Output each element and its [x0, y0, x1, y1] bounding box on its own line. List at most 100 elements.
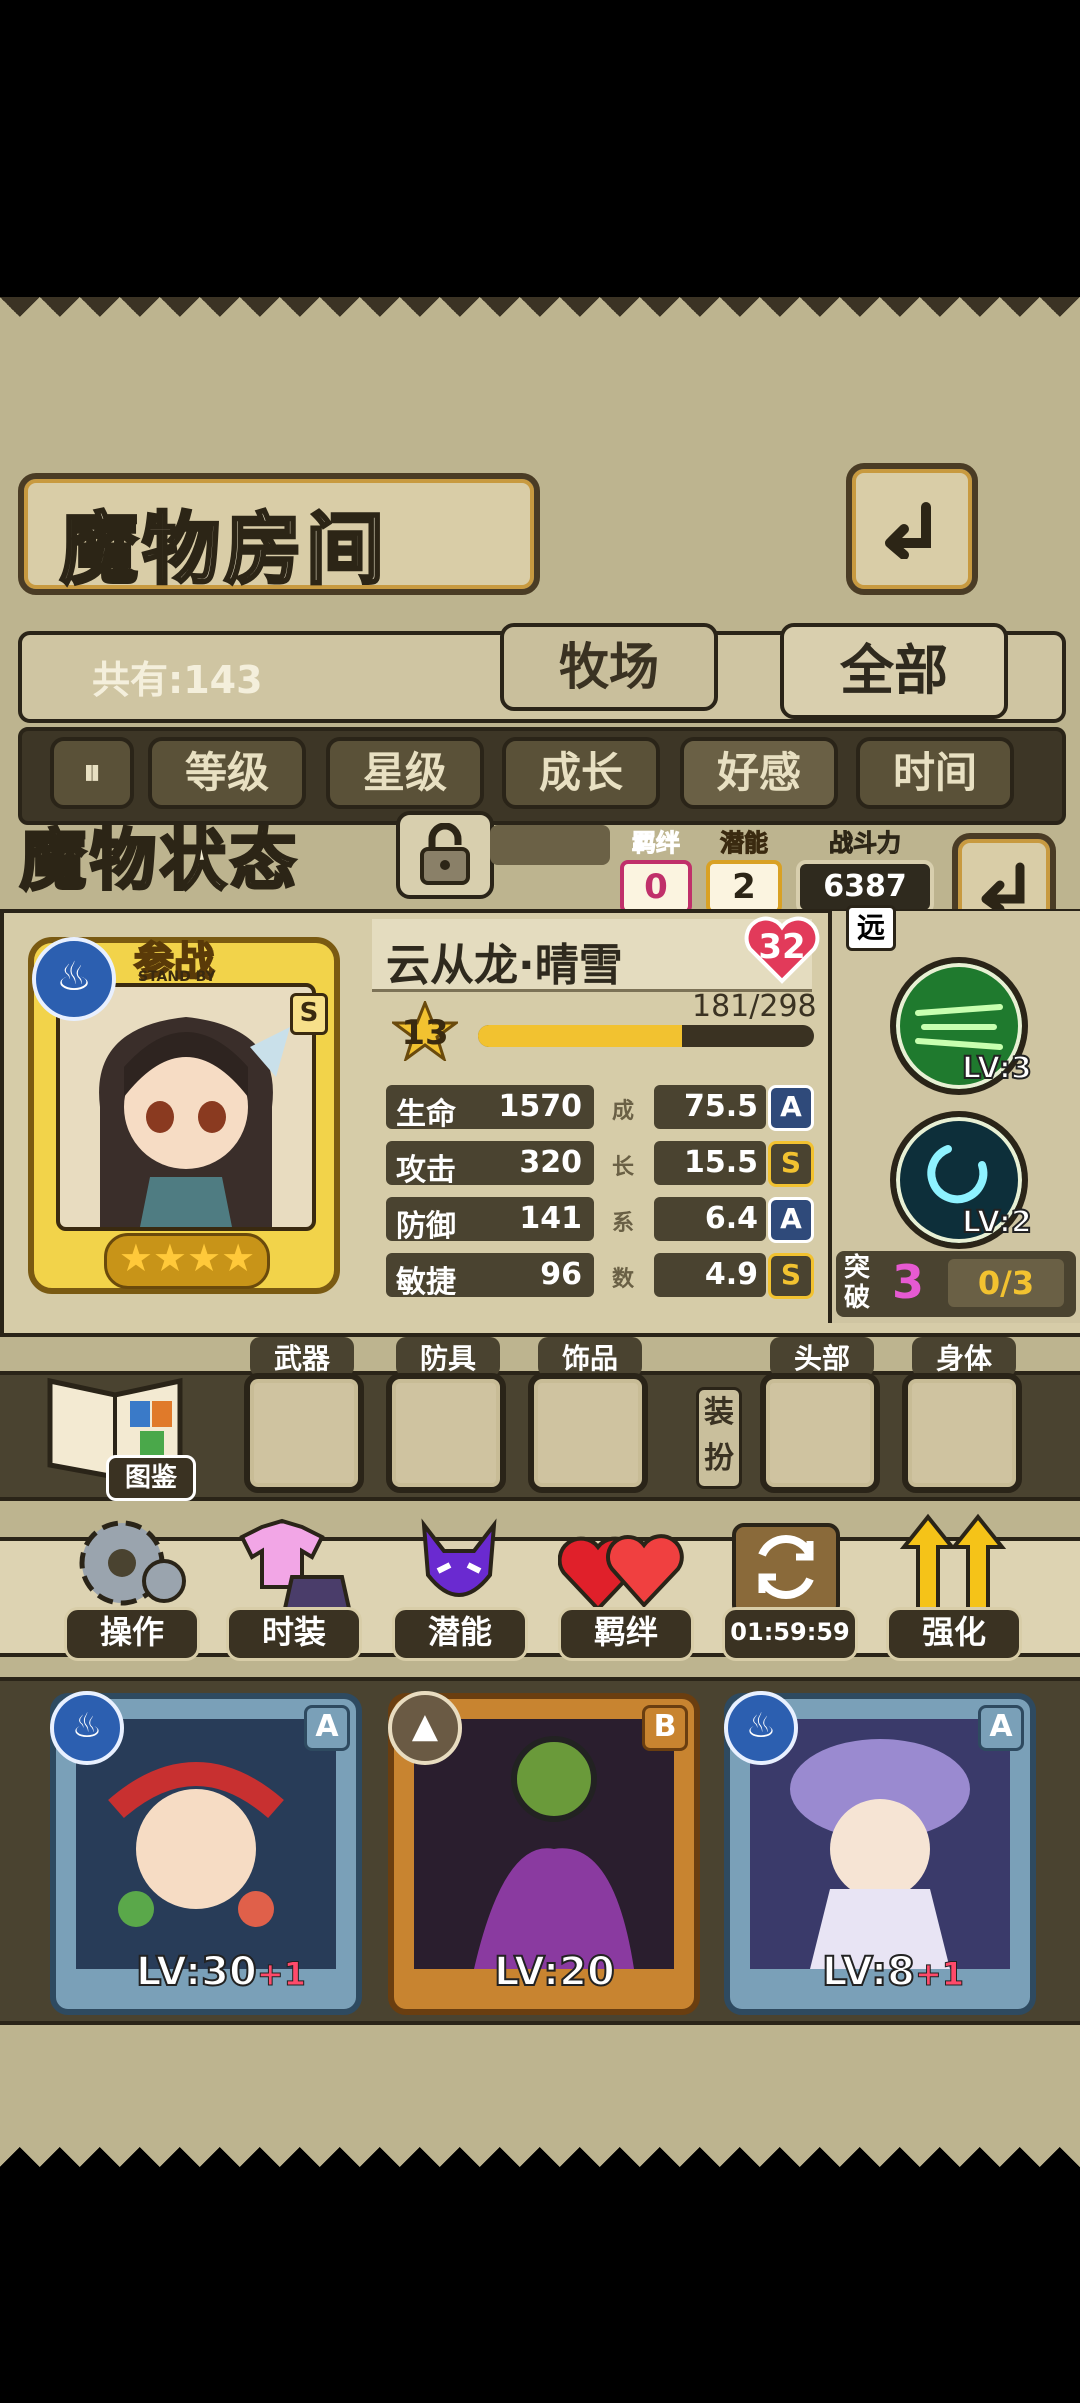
sort-toggle-button[interactable]: ⏸: [50, 737, 134, 809]
water-element-icon: ♨: [32, 937, 116, 1021]
card-plus: +1: [914, 1955, 965, 1994]
upgrade-arrows-icon: [899, 1513, 1007, 1615]
page-title: 魔物房间: [58, 503, 389, 597]
status-title: 魔物状态: [19, 820, 300, 901]
stat-value: 96: [540, 1257, 582, 1292]
star-icon: ★: [118, 1236, 153, 1280]
star-icon: ★: [187, 1236, 222, 1280]
sort-tab-favor[interactable]: 好感: [680, 737, 838, 809]
sort-tab-level[interactable]: 等级: [148, 737, 306, 809]
skills-panel: 远 LV:3 LV:2 突破 3 0/3: [828, 905, 1080, 1323]
monster-card[interactable]: ♨ A LV:8+1: [724, 1691, 1036, 2015]
codex-label: 图鉴: [106, 1455, 196, 1501]
breakthrough-value: 3: [892, 1255, 925, 1309]
growth-char: 成: [612, 1099, 635, 1124]
lock-icon: [420, 823, 470, 885]
monster-name: 云从龙·晴雪: [386, 940, 623, 991]
accessory-slot[interactable]: [528, 1373, 648, 1493]
rank-badge: B: [642, 1705, 688, 1751]
tab-ranch[interactable]: 牧场: [500, 623, 718, 711]
card-level: LV:20: [493, 1948, 616, 1996]
exp-bar: [478, 1025, 814, 1047]
exp-text: 181/298: [692, 989, 817, 1024]
hearts-icon: [558, 1534, 684, 1612]
stat-value: 141: [519, 1201, 582, 1236]
weapon-slot[interactable]: [244, 1373, 364, 1493]
skill-button-2[interactable]: LV:2: [890, 1111, 1033, 1249]
card-level-row: LV:30+1: [135, 1948, 306, 1996]
breakthrough-box: 突破 3 0/3: [836, 1251, 1076, 1317]
portrait-frame[interactable]: 参战 STAND BY ♨ S ★★★★: [28, 937, 340, 1294]
bond-label: 羁绊: [632, 829, 681, 858]
back-button[interactable]: [846, 463, 978, 595]
armor-slot[interactable]: [386, 1373, 506, 1493]
dress-label: 装扮: [696, 1387, 742, 1489]
bond-button[interactable]: 羁绊: [558, 1511, 694, 1661]
game-screen: 魔物房间 共有:143 牧场 全部 ⏸ 等级 星级 成长 好感 时间 魔物状态 …: [0, 297, 1080, 2167]
card-plus: +1: [256, 1955, 306, 1994]
growth-char: 系: [612, 1211, 635, 1236]
top-border: [0, 297, 1080, 337]
bond-box: 羁绊 0: [620, 823, 692, 914]
potential-menu-label: 潜能: [392, 1607, 528, 1661]
potential-value: 2: [706, 860, 782, 914]
card-level-row: LV:20: [493, 1948, 616, 1996]
back-arrow-icon: [885, 502, 931, 559]
costume-button[interactable]: 时装: [226, 1511, 362, 1661]
enhance-button[interactable]: 强化: [886, 1511, 1022, 1661]
skill-level-1: LV:3: [961, 1050, 1033, 1087]
operate-button[interactable]: 操作: [64, 1511, 200, 1661]
tab-all[interactable]: 全部: [780, 623, 1008, 719]
growth-grade: S: [768, 1141, 814, 1187]
breakthrough-label: 突破: [844, 1253, 871, 1313]
monster-card[interactable]: ▲ B LV:20: [388, 1691, 700, 2015]
wind-blade-icon: [915, 1004, 1003, 1050]
back-arrow-icon: [981, 862, 1025, 911]
exchange-button[interactable]: 01:59:59: [722, 1511, 858, 1661]
growth-value: 15.5: [683, 1145, 758, 1180]
growth-value: 75.5: [683, 1089, 758, 1124]
power-box: 战斗力 6387: [796, 823, 934, 914]
level-badge: 13: [389, 998, 461, 1063]
growth-grade: A: [768, 1085, 814, 1131]
exchange-icon: [732, 1523, 840, 1617]
bond-value: 0: [620, 860, 692, 914]
monster-portrait: [750, 1719, 1010, 1969]
armor-label: 防具: [396, 1337, 500, 1377]
heart-value: 32: [758, 927, 806, 967]
sort-tab-time[interactable]: 时间: [856, 737, 1014, 809]
growth-value: 4.9: [704, 1257, 758, 1292]
costume-label: 时装: [226, 1607, 362, 1661]
potential-button[interactable]: 潜能: [392, 1511, 528, 1661]
potential-label: 潜能: [720, 829, 769, 858]
exp-bar-fill: [478, 1025, 682, 1047]
sort-tab-growth[interactable]: 成长: [502, 737, 660, 809]
stat-label: 敏捷: [396, 1265, 456, 1300]
range-label: 远: [846, 905, 896, 951]
monster-portrait: [99, 1017, 290, 1227]
card-level: LV:8: [821, 1948, 916, 1996]
accessory-label: 饰品: [538, 1337, 642, 1377]
enhance-label: 强化: [886, 1607, 1022, 1661]
sort-tab-star[interactable]: 星级: [326, 737, 484, 809]
monster-count: 共有:143: [92, 658, 263, 702]
weapon-label: 武器: [250, 1337, 354, 1377]
power-label: 战斗力: [829, 829, 902, 858]
skill-button-1[interactable]: LV:3: [890, 957, 1033, 1095]
lock-button[interactable]: [396, 811, 494, 899]
body-label: 身体: [912, 1337, 1016, 1377]
rank-badge: A: [304, 1705, 350, 1751]
monster-card[interactable]: ♨ A LV:30+1: [50, 1691, 362, 2015]
stat-label: 攻击: [396, 1153, 456, 1188]
codex-button[interactable]: 图鉴: [40, 1361, 200, 1501]
costume-icon: [239, 1518, 352, 1615]
star-icon: ★: [152, 1236, 187, 1280]
body-slot[interactable]: [902, 1373, 1022, 1493]
card-level-row: LV:8+1: [821, 1948, 965, 1996]
stat-label: 防御: [396, 1209, 456, 1244]
gear-icon: [79, 1520, 186, 1606]
stat-value: 1570: [498, 1089, 583, 1124]
card-level: LV:30: [135, 1948, 258, 1996]
head-slot[interactable]: [760, 1373, 880, 1493]
bottom-border: [0, 2127, 1080, 2167]
